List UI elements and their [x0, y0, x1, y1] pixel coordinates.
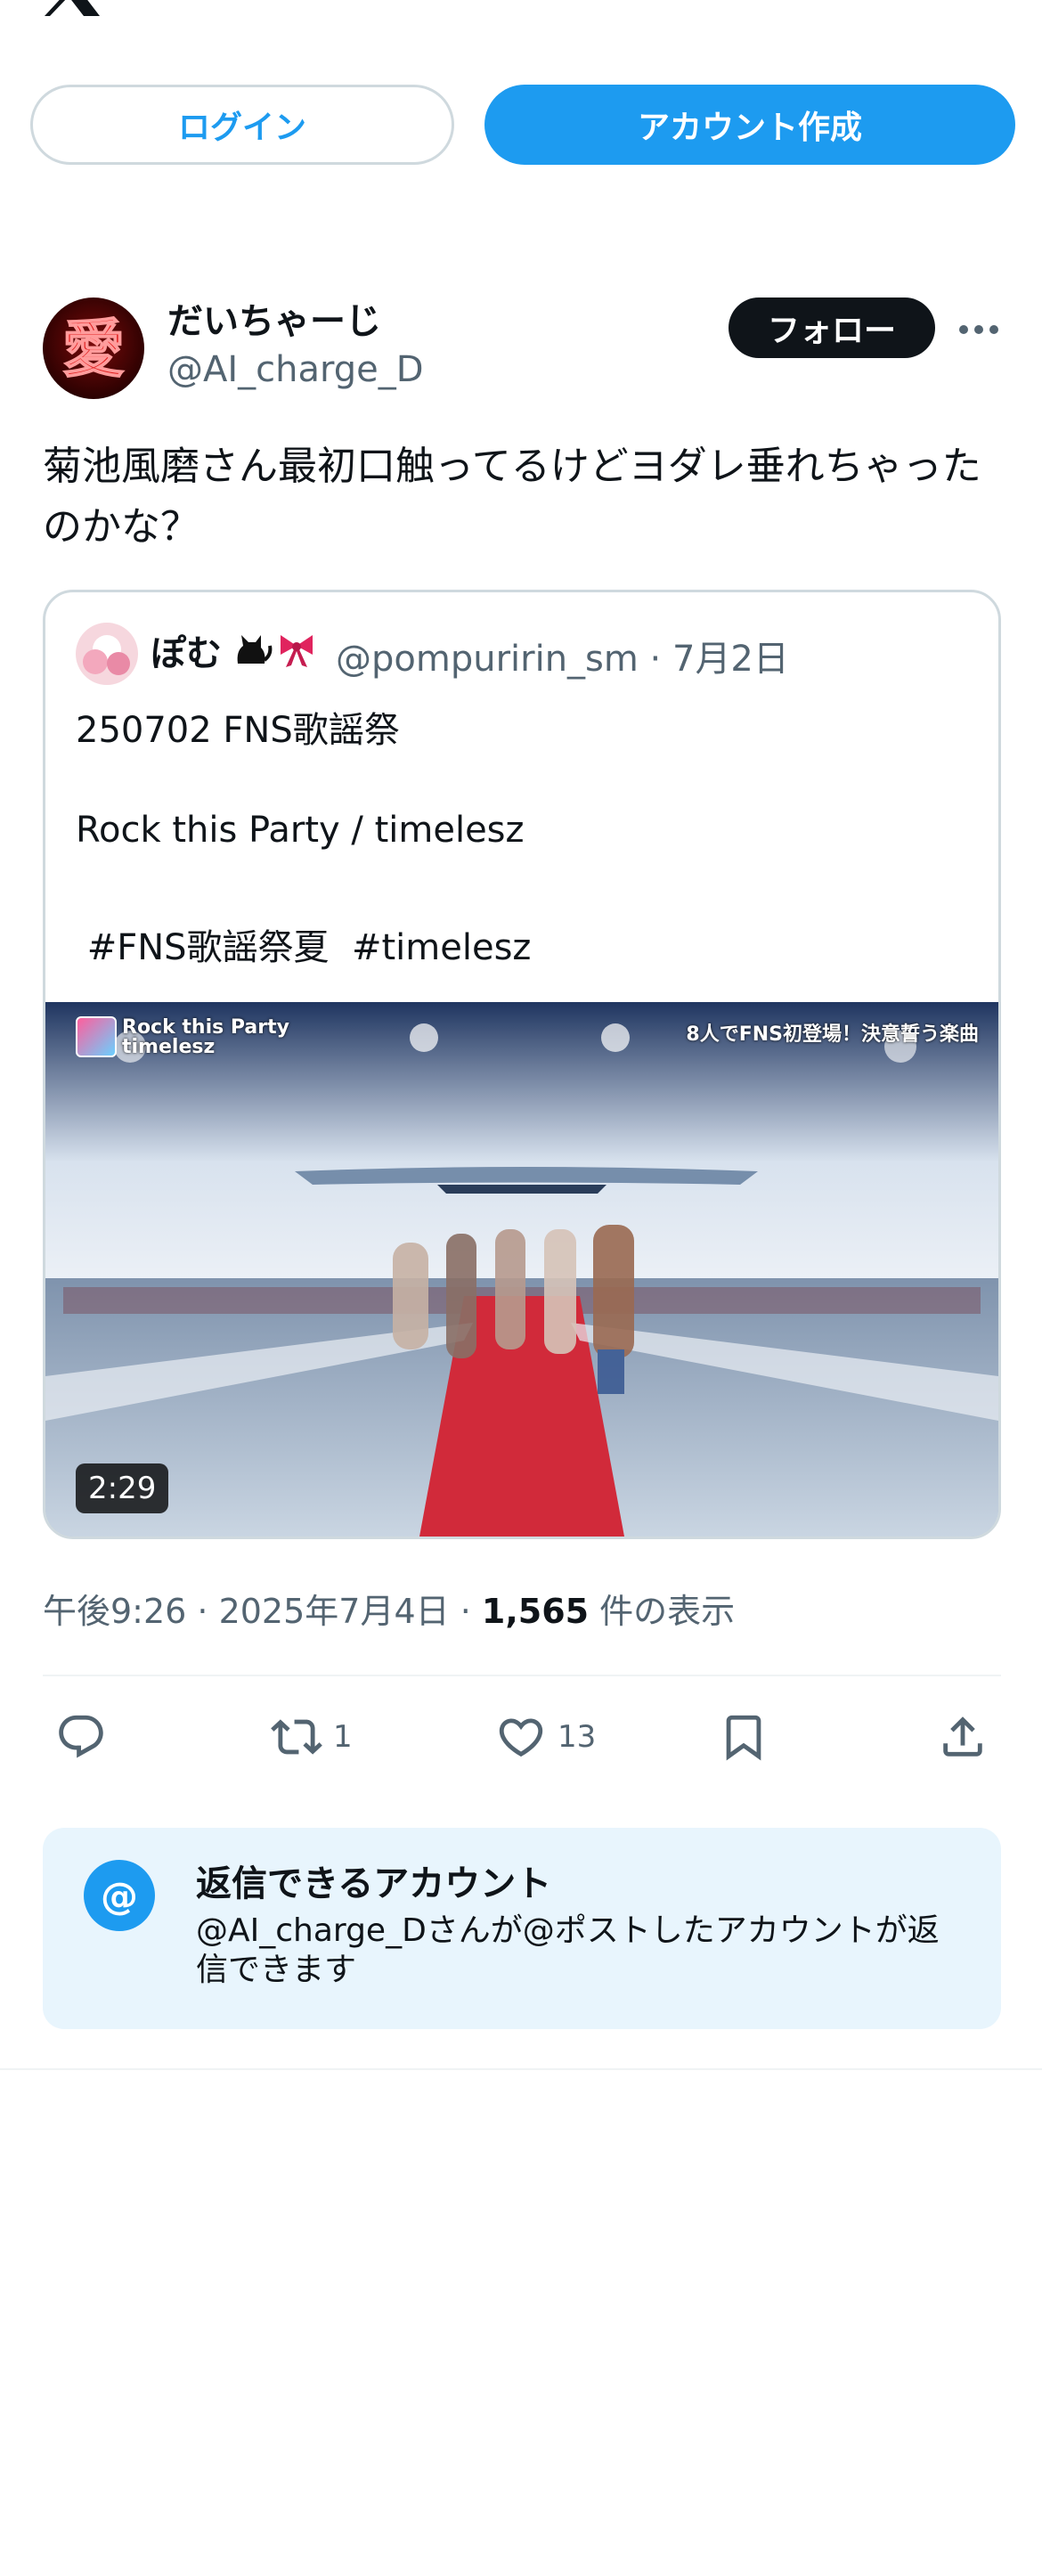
- avatar[interactable]: 愛: [43, 298, 144, 399]
- video-duration: 2:29: [76, 1463, 169, 1513]
- quoted-handle-date: @pompuririn_sm · 7月2日: [336, 639, 789, 680]
- at-sign-icon: @: [84, 1860, 155, 1931]
- reply-icon: [59, 1715, 103, 1758]
- ribbon-icon: [281, 635, 313, 667]
- retweet-count: 1: [333, 1719, 353, 1755]
- divider: [0, 2068, 1042, 2070]
- post-text: 菊池風磨さん最初口触ってるけどヨダレ垂れちゃったのかな？: [43, 444, 981, 550]
- author-name[interactable]: だいちゃーじ: [167, 292, 381, 344]
- quoted-author-name: ぽむ: [151, 633, 222, 674]
- like-button[interactable]: 13: [495, 1710, 596, 1764]
- video-overlay-title: Rock this Party timelesz: [122, 1016, 289, 1058]
- bookmark-icon: [726, 1715, 761, 1761]
- reply-button[interactable]: [55, 1710, 107, 1764]
- video-overlay-caption: 8人でFNS初登場！決意誓う楽曲: [686, 1023, 979, 1046]
- more-options-icon[interactable]: [958, 324, 999, 335]
- signup-button[interactable]: アカウント作成: [484, 85, 1015, 165]
- share-icon: [943, 1716, 982, 1757]
- retweet-button[interactable]: 1: [271, 1710, 353, 1764]
- svg-text:愛: 愛: [62, 313, 125, 386]
- quoted-post[interactable]: ぽむ @pompuririn_sm · 7月2日 250702 FNS歌謡祭 R…: [43, 590, 1001, 1539]
- reply-restriction-notice: @ 返信できるアカウント @AI_charge_Dさんが@ポストしたアカウントが…: [43, 1828, 1001, 2029]
- quoted-hashtags[interactable]: #FNS歌謡祭夏 #timelesz: [76, 918, 532, 970]
- heart-icon: [499, 1718, 543, 1757]
- reply-restriction-title: 返信できるアカウント: [196, 1863, 552, 1904]
- fns-badge-icon: [76, 1016, 117, 1057]
- black-cat-icon: [237, 635, 273, 664]
- view-label: 件の表示: [589, 1592, 736, 1631]
- post-meta: 午後9:26 · 2025年7月4日 · 1,565 件の表示: [43, 1584, 735, 1633]
- x-logo-icon[interactable]: [41, 0, 103, 18]
- share-button[interactable]: [937, 1710, 989, 1764]
- reply-restriction-text: @AI_charge_Dさんが@ポストしたアカウントが返信できます: [196, 1912, 940, 1988]
- view-count: 1,565: [481, 1592, 590, 1631]
- bookmark-button[interactable]: [718, 1710, 769, 1764]
- author-handle[interactable]: @AI_charge_D: [167, 349, 424, 390]
- quoted-text-line: 250702 FNS歌謡祭: [76, 710, 400, 751]
- login-button[interactable]: ログイン: [30, 85, 454, 165]
- quoted-avatar: [76, 623, 138, 685]
- retweet-icon: [271, 1719, 322, 1755]
- like-count: 13: [558, 1719, 597, 1755]
- divider: [43, 1675, 1001, 1676]
- video-player[interactable]: Rock this Party timelesz 8人でFNS初登場！決意誓う楽…: [45, 1002, 998, 1537]
- post-timestamp[interactable]: 午後9:26 · 2025年7月4日 ·: [43, 1592, 482, 1631]
- quoted-text-line: Rock this Party / timelesz: [76, 810, 525, 851]
- follow-button[interactable]: フォロー: [729, 298, 935, 358]
